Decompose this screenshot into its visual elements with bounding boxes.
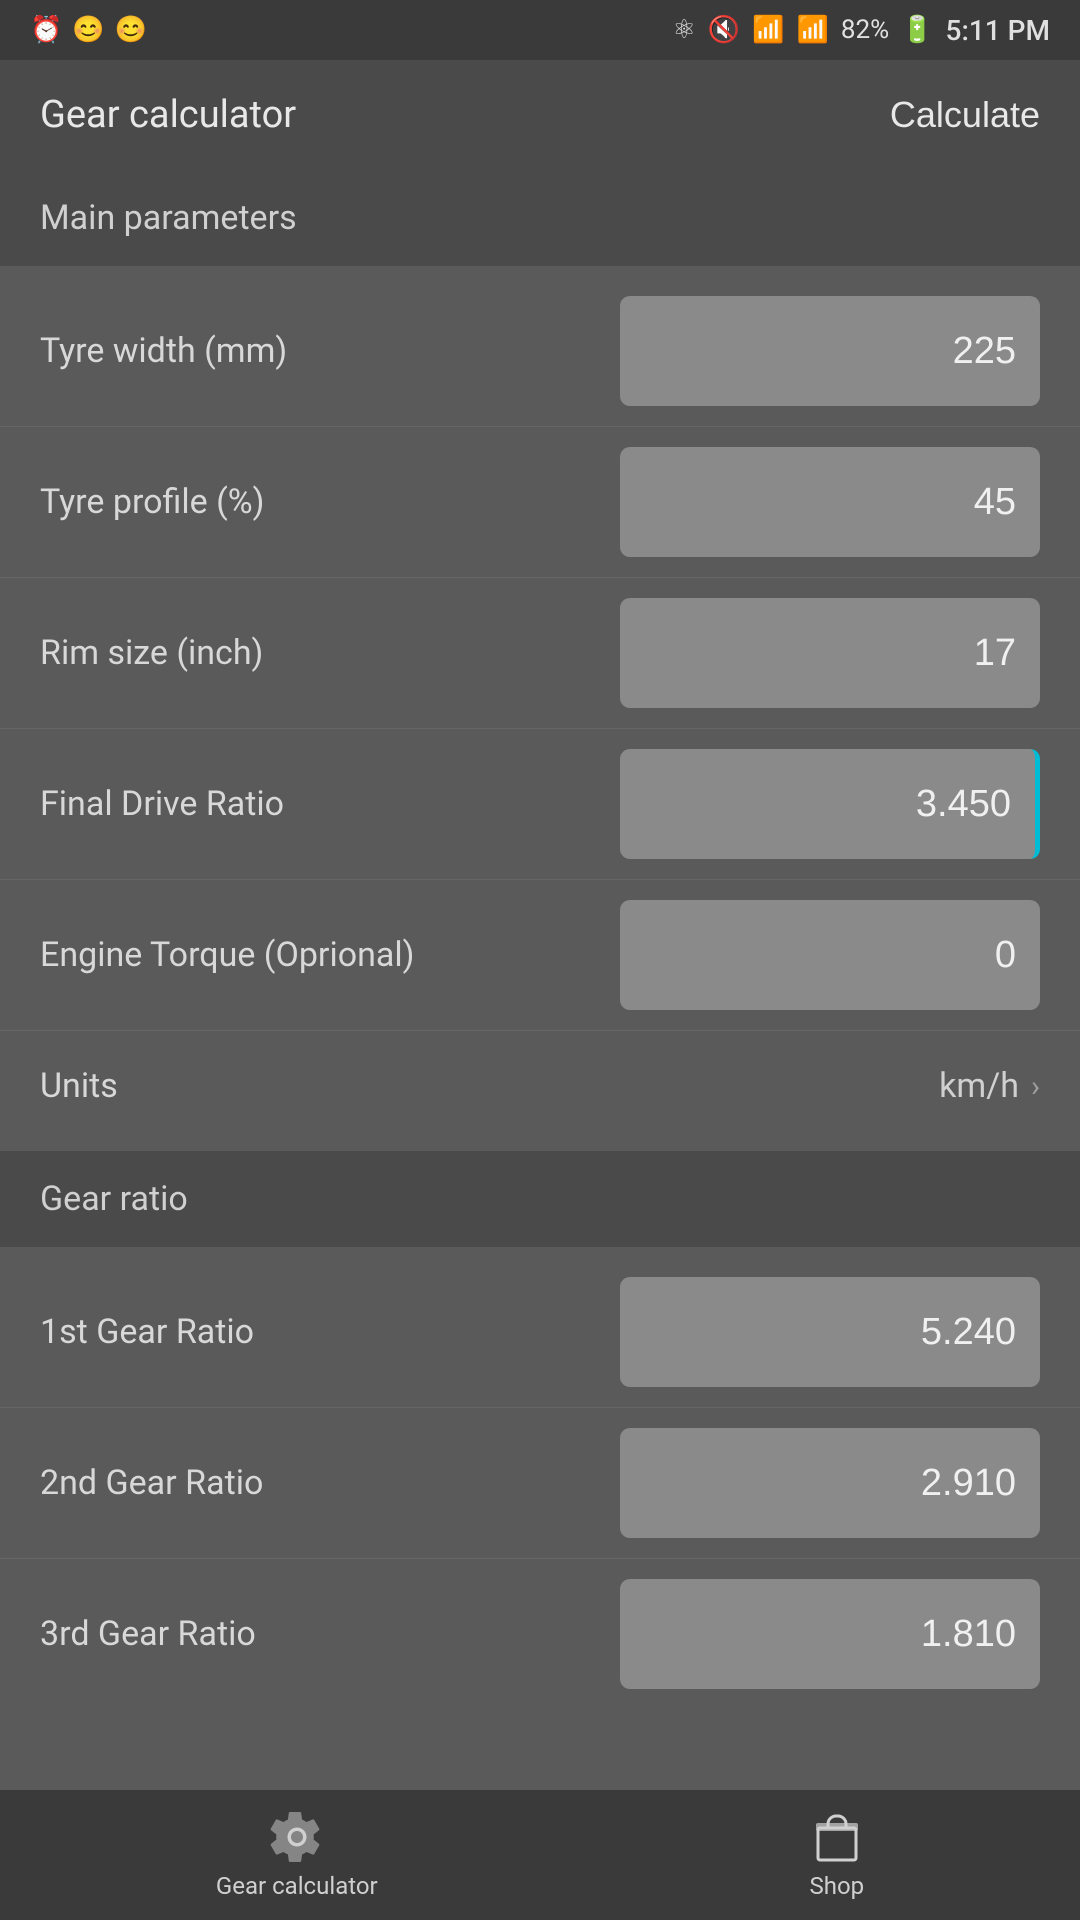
wifi-icon: 📶	[752, 15, 784, 45]
units-row[interactable]: Units km/h ›	[0, 1031, 1080, 1141]
final-drive-input[interactable]	[620, 749, 1040, 859]
gear-1-row: 1st Gear Ratio	[0, 1257, 1080, 1407]
gear-ratio-container: 1st Gear Ratio 2nd Gear Ratio 3rd Gear R…	[0, 1247, 1080, 1719]
bluetooth-icon: ⚛	[672, 15, 695, 45]
rim-size-input[interactable]	[620, 598, 1040, 708]
units-value-container[interactable]: km/h ›	[939, 1066, 1040, 1106]
battery-percentage: 82%	[841, 15, 889, 45]
gear-2-row: 2nd Gear Ratio	[0, 1408, 1080, 1558]
gear-3-row: 3rd Gear Ratio	[0, 1559, 1080, 1709]
mute-icon: 🔇	[708, 15, 740, 45]
final-drive-row: Final Drive Ratio	[0, 729, 1080, 879]
nav-gear-calculator-label: Gear calculator	[216, 1872, 378, 1900]
nav-shop-label: Shop	[809, 1872, 864, 1900]
status-bar-left-icons: ⏰ 😊 😊	[30, 15, 147, 45]
rim-size-row: Rim size (inch)	[0, 578, 1080, 728]
notification-icon-2: 😊	[115, 15, 147, 45]
tyre-profile-input[interactable]	[620, 447, 1040, 557]
tyre-profile-label: Tyre profile (%)	[40, 482, 620, 522]
final-drive-label: Final Drive Ratio	[40, 784, 620, 824]
engine-torque-label: Engine Torque (Oprional)	[40, 935, 620, 975]
tyre-width-label: Tyre width (mm)	[40, 331, 620, 371]
clock: 5:11 PM	[946, 14, 1050, 47]
nav-item-gear-calculator[interactable]: Gear calculator	[216, 1810, 378, 1900]
shop-icon	[810, 1810, 864, 1864]
tyre-profile-row: Tyre profile (%)	[0, 427, 1080, 577]
main-parameters-title: Main parameters	[40, 198, 297, 238]
status-bar: ⏰ 😊 😊 ⚛ 🔇 📶 📶 82% 🔋 5:11 PM	[0, 0, 1080, 60]
main-parameters-header: Main parameters	[0, 170, 1080, 266]
app-title: Gear calculator	[40, 93, 296, 137]
chevron-right-icon: ›	[1031, 1069, 1040, 1104]
nav-item-shop[interactable]: Shop	[809, 1810, 864, 1900]
engine-torque-input[interactable]	[620, 900, 1040, 1010]
gear-ratio-header: Gear ratio	[0, 1151, 1080, 1247]
gear-3-input[interactable]	[620, 1579, 1040, 1689]
calculate-button[interactable]: Calculate	[890, 94, 1040, 136]
units-label: Units	[40, 1066, 939, 1106]
engine-torque-row: Engine Torque (Oprional)	[0, 880, 1080, 1030]
signal-icon: 📶	[797, 15, 829, 45]
gear-calculator-icon	[270, 1810, 324, 1864]
tyre-width-row: Tyre width (mm)	[0, 276, 1080, 426]
main-parameters-container: Tyre width (mm) Tyre profile (%) Rim siz…	[0, 266, 1080, 1151]
gear-ratio-title: Gear ratio	[40, 1179, 188, 1219]
gear-1-label: 1st Gear Ratio	[40, 1312, 620, 1352]
battery-icon: 🔋	[901, 15, 933, 45]
notification-icon-1: 😊	[72, 15, 104, 45]
bottom-nav: Gear calculator Shop	[0, 1790, 1080, 1920]
app-bar: Gear calculator Calculate	[0, 60, 1080, 170]
gear-3-label: 3rd Gear Ratio	[40, 1614, 620, 1654]
units-value-text: km/h	[939, 1066, 1019, 1106]
gear-2-input[interactable]	[620, 1428, 1040, 1538]
gear-1-input[interactable]	[620, 1277, 1040, 1387]
status-right-icons: ⚛ 🔇 📶 📶 82% 🔋 5:11 PM	[672, 14, 1050, 47]
rim-size-label: Rim size (inch)	[40, 633, 620, 673]
alarm-icon: ⏰	[30, 15, 62, 45]
gear-2-label: 2nd Gear Ratio	[40, 1463, 620, 1503]
tyre-width-input[interactable]	[620, 296, 1040, 406]
